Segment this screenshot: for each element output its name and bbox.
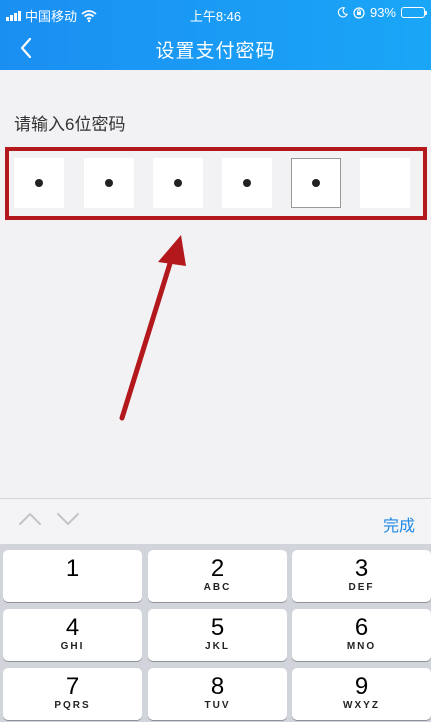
moon-icon	[337, 7, 348, 18]
key-letters: JKL	[205, 641, 230, 652]
key-letters: GHI	[60, 641, 85, 652]
chevron-up-icon[interactable]	[18, 511, 42, 527]
key-digit: 7	[65, 673, 80, 700]
keyboard-toolbar: 完成	[0, 498, 431, 544]
key-9[interactable]: 9 WXYZ	[292, 668, 431, 720]
battery-icon	[401, 7, 427, 18]
key-letters: PQRS	[54, 700, 91, 711]
key-3[interactable]: 3 DEF	[292, 550, 431, 602]
key-letters: WXYZ	[343, 700, 380, 711]
key-2[interactable]: 2 ABC	[148, 550, 287, 602]
key-7[interactable]: 7 PQRS	[3, 668, 142, 720]
nav-bar: 设置支付密码	[0, 26, 431, 70]
key-digit: 6	[354, 614, 369, 641]
key-5[interactable]: 5 JKL	[148, 609, 287, 661]
key-letters: MNO	[346, 641, 377, 652]
app-header: 中国移动 上午8:46 93% 设置支付密码	[0, 0, 431, 70]
key-digit: 8	[210, 673, 225, 700]
key-4[interactable]: 4 GHI	[3, 609, 142, 661]
key-digit: 4	[65, 614, 80, 641]
numeric-keypad: 1 2 ABC 3 DEF 4 GHI 5 JKL 6 MNO 7 PQRS 8 TUV 9 WXYZ	[0, 544, 431, 722]
key-letters: ABC	[203, 582, 232, 593]
done-button[interactable]: 完成	[383, 512, 415, 536]
key-8[interactable]: 8 TUV	[148, 668, 287, 720]
chevron-down-icon[interactable]	[56, 511, 80, 527]
key-1[interactable]: 1	[3, 550, 142, 602]
key-letters: TUV	[204, 700, 231, 711]
page-title: 设置支付密码	[155, 41, 276, 62]
key-6[interactable]: 6 MNO	[292, 609, 431, 661]
key-digit: 2	[210, 555, 225, 582]
key-letters: DEF	[348, 582, 375, 593]
key-digit: 9	[354, 673, 369, 700]
orientation-lock-icon	[353, 6, 365, 19]
annotation-box	[5, 147, 427, 220]
status-right: 93%	[337, 5, 427, 20]
key-digit: 3	[354, 555, 369, 582]
status-bar: 中国移动 上午8:46 93%	[0, 0, 431, 26]
battery-percent: 93%	[369, 5, 396, 20]
key-digit: 1	[65, 555, 80, 582]
key-digit: 5	[210, 614, 225, 641]
pin-prompt: 请输入6位密码	[14, 115, 126, 134]
